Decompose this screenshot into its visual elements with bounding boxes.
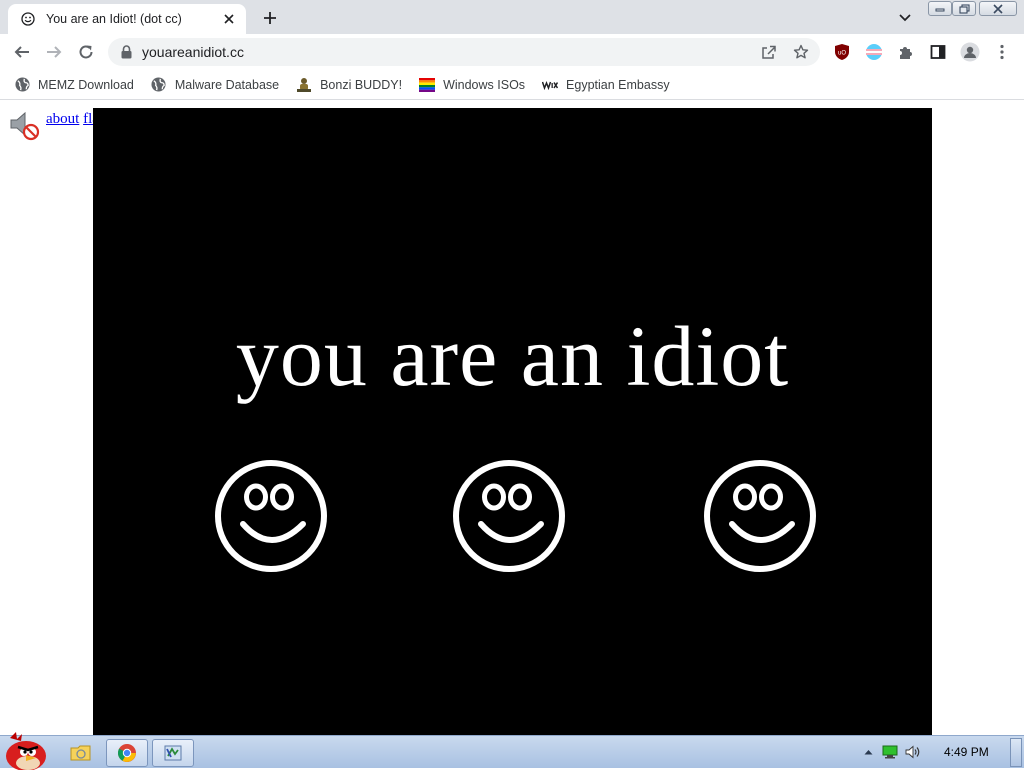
bookmark-label: Egyptian Embassy	[566, 77, 670, 92]
taskbar-chrome-button[interactable]	[106, 739, 148, 767]
bonzi-icon	[296, 77, 312, 93]
smiley-icon	[20, 11, 36, 27]
bookmark-label: Windows ISOs	[443, 77, 526, 92]
bookmark-malware-database[interactable]: Malware Database	[151, 77, 279, 93]
reload-icon[interactable]	[72, 38, 100, 66]
minimize-button[interactable]	[928, 1, 952, 16]
folder-icon	[70, 745, 91, 761]
taskbar-clock[interactable]: 4:49 PM	[944, 745, 989, 759]
url-text[interactable]: youareanidiot.cc	[142, 44, 244, 60]
headline: you are an idiot	[235, 308, 790, 404]
bookmark-bonzi-buddy[interactable]: Bonzi BUDDY!	[296, 77, 402, 93]
bookmark-label: MEMZ Download	[38, 77, 134, 92]
smiley-face-icon	[213, 458, 329, 574]
bookmarks-bar: MEMZ Download Malware Database Bonzi BUD…	[0, 70, 1024, 100]
browser-tab[interactable]: You are an Idiot! (dot cc)	[8, 4, 246, 34]
sound-muted-icon[interactable]	[8, 109, 40, 141]
taskbar-explorer-button[interactable]	[62, 739, 100, 767]
plus-icon[interactable]	[258, 6, 282, 30]
close-icon	[993, 3, 1003, 14]
browser-toolbar: youareanidiot.cc uO	[0, 34, 1024, 70]
forward-arrow-icon[interactable]	[40, 38, 68, 66]
smiley-face-icon	[451, 458, 567, 574]
chevron-down-icon[interactable]	[895, 8, 915, 28]
bookmark-windows-isos[interactable]: Windows ISOs	[419, 77, 525, 93]
tab-title: You are an Idiot! (dot cc)	[46, 12, 182, 26]
wix-icon	[542, 77, 559, 93]
globe-icon	[14, 77, 30, 93]
idiot-animation: you are an idiot	[93, 108, 932, 735]
minimize-icon	[935, 8, 945, 11]
page-content: about flash you are an idiot	[0, 101, 1024, 735]
share-icon[interactable]	[760, 43, 778, 61]
smiley-face-icon	[702, 458, 818, 574]
angry-bird-start-icon[interactable]	[2, 730, 48, 770]
app-icon	[164, 745, 182, 761]
taskbar-app-button[interactable]	[152, 739, 194, 767]
ublock-icon[interactable]: uO	[828, 38, 856, 66]
svg-text:uO: uO	[838, 51, 846, 57]
extension-icon[interactable]	[860, 38, 888, 66]
chrome-icon	[117, 744, 136, 762]
bookmark-label: Malware Database	[174, 77, 280, 92]
network-icon[interactable]	[882, 744, 898, 760]
bookmark-label: Bonzi BUDDY!	[320, 77, 403, 92]
bookmark-memz-download[interactable]: MEMZ Download	[14, 77, 134, 93]
restore-icon	[958, 3, 970, 14]
profile-icon[interactable]	[956, 38, 984, 66]
sidepanel-icon[interactable]	[924, 38, 952, 66]
show-desktop-button[interactable]	[1010, 738, 1022, 767]
window-close-button[interactable]	[979, 1, 1017, 16]
bookmark-egyptian-embassy[interactable]: Egyptian Embassy	[542, 77, 670, 93]
address-bar[interactable]: youareanidiot.cc	[108, 38, 820, 66]
rainbow-flag-icon	[419, 77, 436, 93]
menu-icon[interactable]	[988, 38, 1016, 66]
about-link[interactable]: about	[46, 111, 79, 127]
volume-icon[interactable]	[905, 744, 921, 760]
restore-button[interactable]	[952, 1, 976, 16]
taskbar: 4:49 PM	[0, 732, 1024, 770]
lock-icon[interactable]	[118, 44, 134, 60]
globe-icon	[151, 77, 167, 93]
close-icon[interactable]	[220, 10, 238, 28]
back-arrow-icon[interactable]	[8, 38, 36, 66]
star-icon[interactable]	[792, 43, 810, 61]
tab-strip: You are an Idiot! (dot cc)	[0, 0, 1024, 34]
puzzle-icon[interactable]	[892, 38, 920, 66]
tray-expand-icon[interactable]	[860, 744, 876, 760]
